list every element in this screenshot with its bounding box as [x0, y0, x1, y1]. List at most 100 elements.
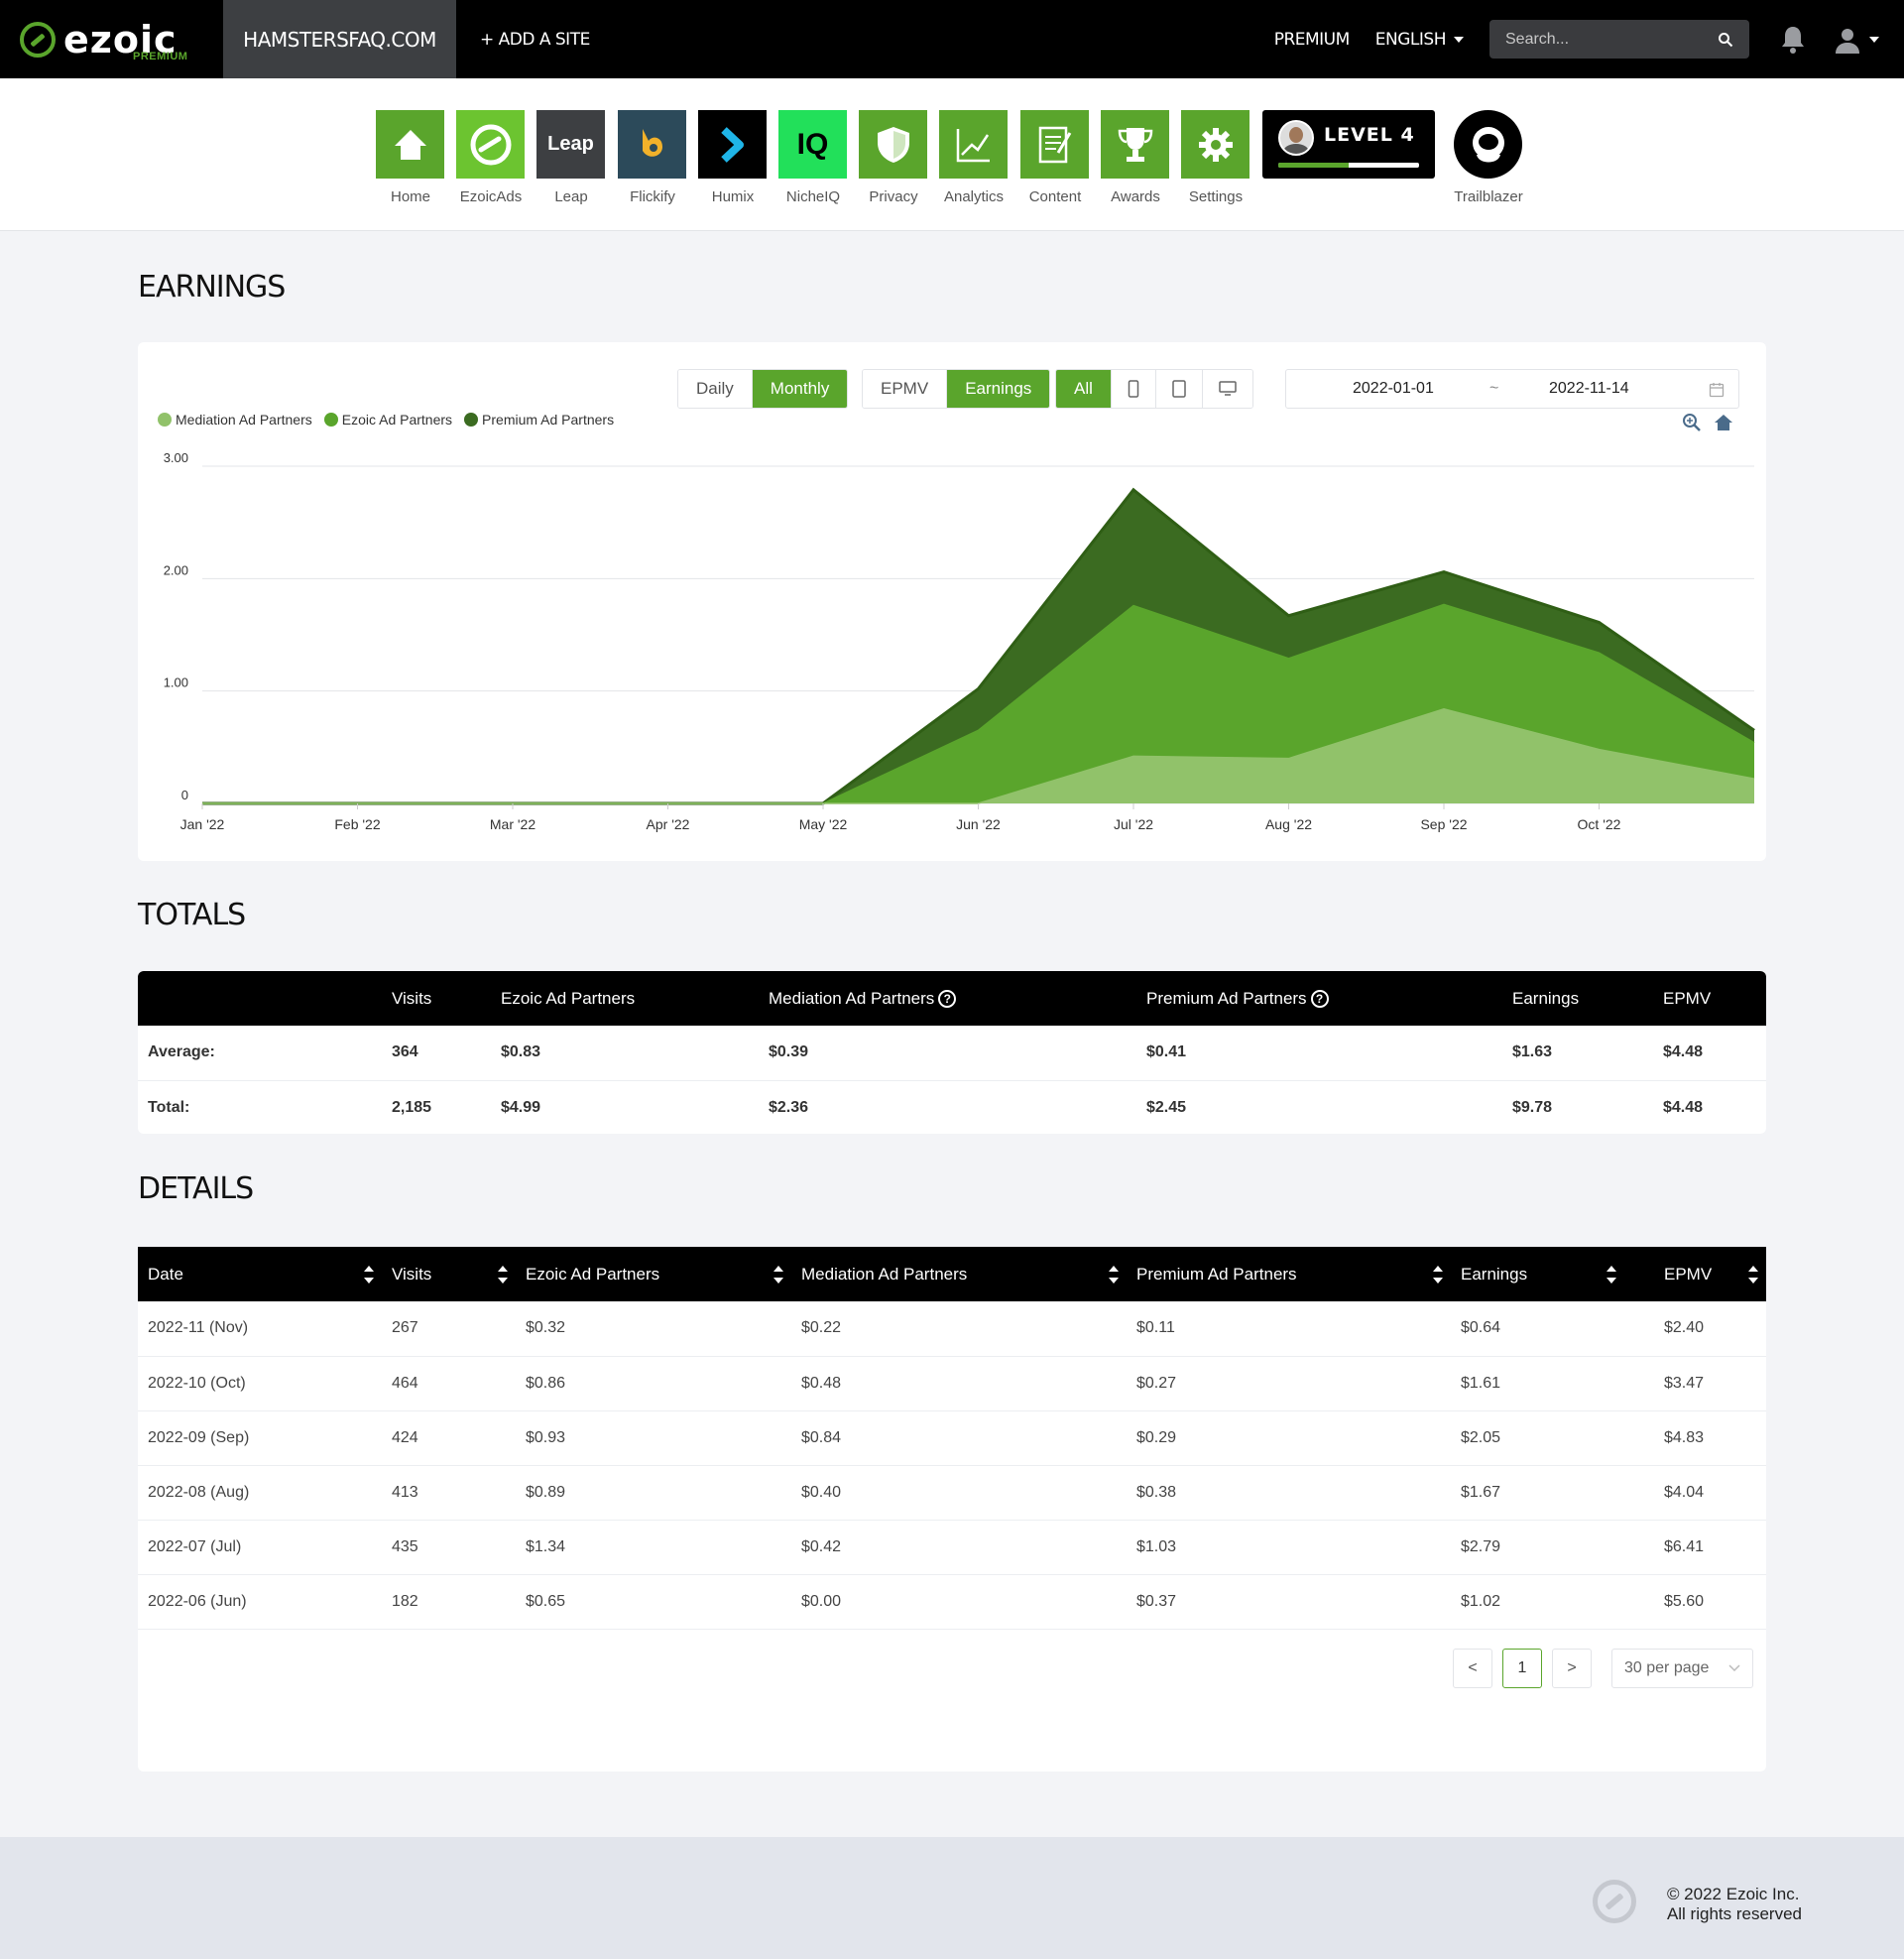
tablet-button[interactable] [1155, 370, 1203, 408]
table-row: 2022-11 (Nov) 267 $0.32 $0.22 $0.11 $0.64 $2.4… [138, 1301, 1766, 1357]
sort-icon[interactable] [1606, 1266, 1616, 1284]
table-cell: 413 [382, 1465, 516, 1521]
app-humix[interactable]: Humix [698, 110, 768, 205]
app-leap[interactable]: Leap Leap [536, 110, 606, 205]
app-label: Leap [554, 188, 588, 205]
table-cell: 2022-11 (Nov) [138, 1301, 382, 1357]
per-page-select[interactable]: 30 per page [1611, 1649, 1753, 1688]
legend-label: Mediation Ad Partners [176, 412, 312, 428]
table-row: 2022-07 (Jul) 435 $1.34 $0.42 $1.03 $2.79 $6.4… [138, 1520, 1766, 1575]
add-site-link[interactable]: + ADD A SITE [480, 30, 590, 50]
chart-legend: Mediation Ad Partners Ezoic Ad Partners … [158, 412, 626, 428]
mobile-button[interactable] [1111, 370, 1156, 408]
app-ezoicads[interactable]: EzoicAds [456, 110, 526, 205]
search-input[interactable] [1505, 30, 1704, 49]
user-menu[interactable] [1827, 20, 1886, 60]
all-devices-button[interactable]: All [1056, 370, 1112, 408]
sortable-header-epmv[interactable]: EPMV [1624, 1247, 1766, 1301]
flickify-icon [618, 110, 686, 179]
sortable-header-date[interactable]: Date [138, 1247, 382, 1301]
date-end[interactable]: 2022-11-14 [1549, 380, 1629, 398]
sortable-header-earnings[interactable]: Earnings [1451, 1247, 1624, 1301]
sortable-header-mediation[interactable]: Mediation Ad Partners [791, 1247, 1127, 1301]
earnings-chart-card: Daily Monthly EPMV Earnings All 2022-01-… [138, 342, 1766, 861]
help-icon[interactable]: ? [938, 990, 957, 1009]
totals-header [138, 971, 382, 1026]
table-cell: $2.79 [1451, 1520, 1624, 1575]
app-launcher-bar: Home EzoicAds Leap Leap Flickify Humix I… [0, 78, 1904, 231]
earnings-button[interactable]: Earnings [947, 370, 1050, 408]
app-label: NicheIQ [785, 188, 841, 205]
table-cell: Total: [138, 1080, 382, 1134]
sort-icon[interactable] [498, 1266, 508, 1284]
table-cell: $0.64 [1451, 1301, 1624, 1357]
app-settings[interactable]: Settings [1181, 110, 1250, 205]
sortable-header-ezoic[interactable]: Ezoic Ad Partners [516, 1247, 791, 1301]
app-label: Settings [1188, 188, 1244, 205]
header-label: Premium Ad Partners [1136, 1264, 1297, 1284]
help-icon[interactable]: ? [1310, 990, 1329, 1009]
totals-header: Visits [392, 988, 432, 1008]
legend-item[interactable]: Mediation Ad Partners [158, 412, 312, 428]
ezoic-logo[interactable]: ezoic PREMIUM [0, 0, 223, 78]
app-label: EzoicAds [459, 188, 523, 205]
legend-dot [323, 413, 338, 427]
series-line-ezoic-ad-partners [202, 603, 1755, 804]
app-analytics[interactable]: Analytics [939, 110, 1009, 205]
app-trailblazer[interactable]: Trailblazer [1454, 110, 1523, 205]
app-content[interactable]: Content [1020, 110, 1090, 205]
desktop-button[interactable] [1202, 370, 1252, 408]
date-start[interactable]: 2022-01-01 [1353, 380, 1434, 398]
sort-icon[interactable] [1748, 1266, 1758, 1284]
app-label: Flickify [630, 188, 675, 205]
app-label: Humix [711, 188, 755, 205]
legend-item[interactable]: Premium Ad Partners [464, 412, 614, 428]
language-dropdown[interactable]: ENGLISH [1375, 30, 1464, 50]
app-home[interactable]: Home [376, 110, 445, 205]
sortable-header-premium[interactable]: Premium Ad Partners [1127, 1247, 1451, 1301]
table-cell: $0.84 [791, 1410, 1127, 1466]
daily-button[interactable]: Daily [678, 370, 753, 408]
app-privacy[interactable]: Privacy [859, 110, 928, 205]
level-badge[interactable]: LEVEL 4 [1262, 110, 1435, 179]
table-cell: $0.89 [516, 1465, 791, 1521]
reset-zoom-home-icon[interactable] [1714, 413, 1733, 432]
table-cell: 2022-07 (Jul) [138, 1520, 382, 1575]
search-icon[interactable] [1718, 32, 1733, 48]
totals-header: Ezoic Ad Partners [501, 988, 636, 1008]
monthly-button[interactable]: Monthly [752, 370, 848, 408]
sort-icon[interactable] [774, 1266, 783, 1284]
legend-label: Ezoic Ad Partners [341, 412, 453, 428]
leap-icon: Leap [536, 110, 605, 179]
table-cell: $0.40 [791, 1465, 1127, 1521]
series-area-mediation-ad-partners [202, 708, 1754, 803]
app-nicheiq[interactable]: IQ NicheIQ [778, 110, 848, 205]
legend-dot [464, 413, 479, 427]
next-page-button[interactable]: > [1552, 1649, 1592, 1688]
table-cell: $4.83 [1624, 1410, 1766, 1466]
sort-icon[interactable] [1109, 1266, 1119, 1284]
date-range-picker[interactable]: 2022-01-01 ~ 2022-11-14 [1285, 369, 1739, 409]
sort-icon[interactable] [364, 1266, 374, 1284]
notifications-bell-icon[interactable] [1773, 20, 1813, 60]
ezoic-icon [456, 110, 525, 179]
series-line-premium-ad-partners [202, 487, 1755, 805]
legend-item[interactable]: Ezoic Ad Partners [323, 412, 453, 428]
app-flickify[interactable]: Flickify [618, 110, 687, 205]
zoom-icon[interactable] [1682, 413, 1702, 432]
page-1-button[interactable]: 1 [1502, 1649, 1542, 1688]
ezoic-logo-icon [20, 21, 56, 58]
header-label: EPMV [1664, 1264, 1713, 1284]
pagination: < 1 > 30 per page [1453, 1649, 1753, 1688]
epmv-button[interactable]: EPMV [863, 370, 948, 408]
earnings-section-title: EARNINGS [138, 270, 286, 305]
site-selector[interactable]: HAMSTERSFAQ.COM [223, 0, 456, 78]
app-awards[interactable]: Awards [1101, 110, 1170, 205]
calendar-icon[interactable] [1709, 382, 1725, 398]
premium-link[interactable]: PREMIUM [1274, 30, 1351, 50]
prev-page-button[interactable]: < [1453, 1649, 1492, 1688]
sort-icon[interactable] [1433, 1266, 1443, 1284]
table-cell: 364 [382, 1026, 491, 1081]
sortable-header-visits[interactable]: Visits [382, 1247, 516, 1301]
avatar [1278, 120, 1314, 156]
